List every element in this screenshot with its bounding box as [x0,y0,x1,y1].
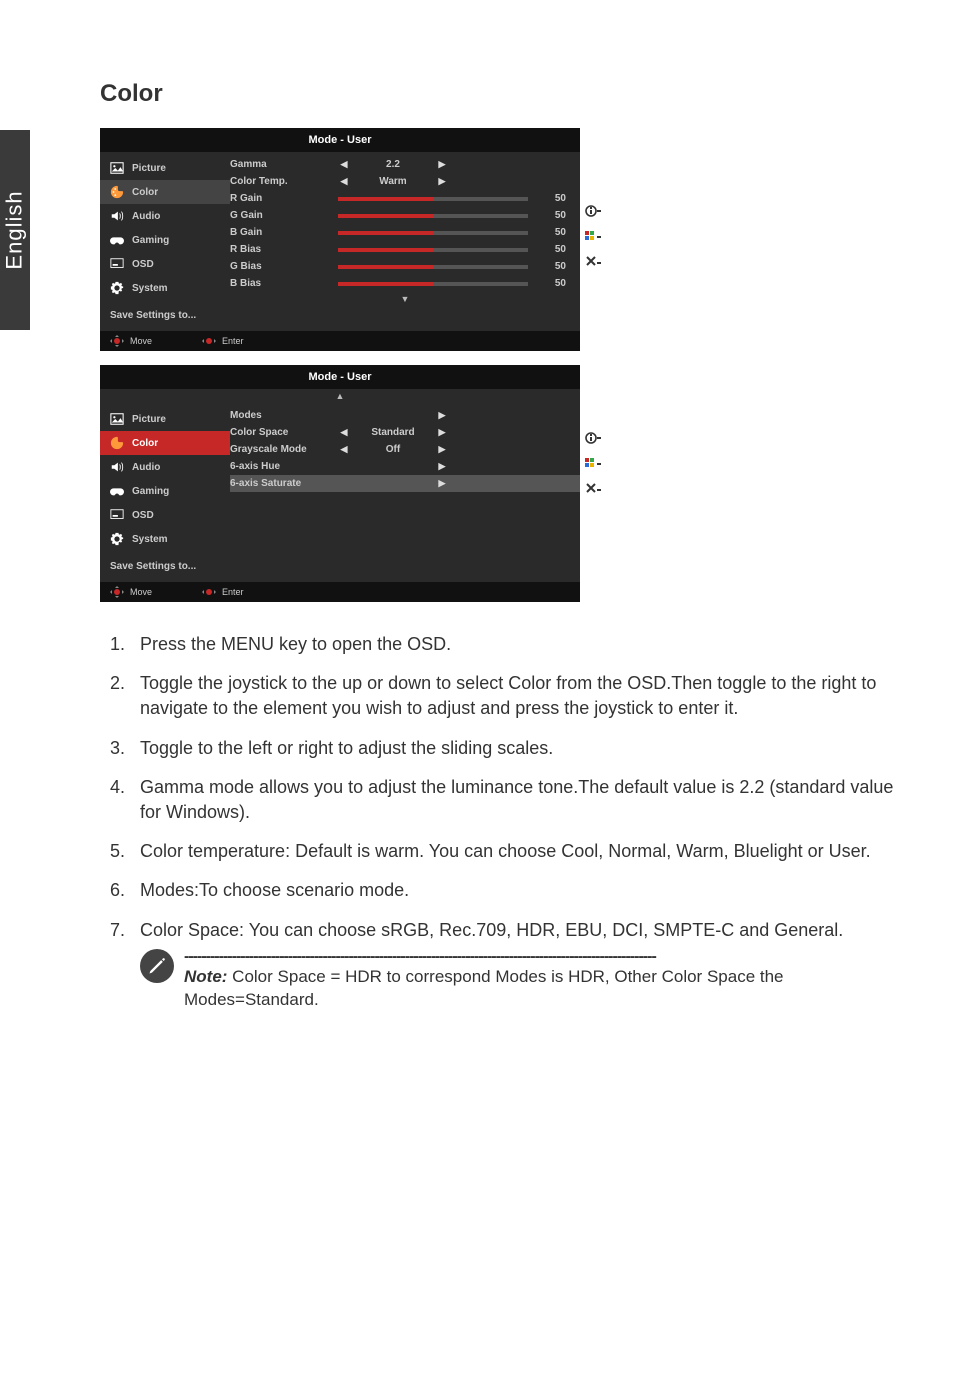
nav-picture[interactable]: Picture [100,407,230,431]
right-arrow-icon[interactable]: ▶ [436,159,448,170]
nav-gaming[interactable]: Gaming [100,228,230,252]
nav-gaming[interactable]: Gaming [100,479,230,503]
nav-picture[interactable]: Picture [100,156,230,180]
row-gamma[interactable]: Gamma◀2.2▶ [230,156,580,173]
footer-enter: Enter [202,335,244,347]
left-arrow-icon[interactable]: ◀ [338,159,350,170]
slider[interactable] [338,248,528,252]
osd-icon [110,508,124,522]
row-colortemp[interactable]: Color Temp.◀Warm▶ [230,173,580,190]
info-icon[interactable] [584,198,602,224]
row-6axis-hue[interactable]: 6-axis Hue▶ [230,458,580,475]
step-5: Color temperature: Default is warm. You … [130,839,904,864]
joystick-icon [202,586,216,598]
color-icon [110,185,124,199]
picture-icon [110,412,124,426]
left-arrow-icon[interactable]: ◀ [338,444,350,455]
nav-audio[interactable]: Audio [100,455,230,479]
nav-audio[interactable]: Audio [100,204,230,228]
nav-osd[interactable]: OSD [100,252,230,276]
slider[interactable] [338,214,528,218]
step-1: Press the MENU key to open the OSD. [130,632,904,657]
left-arrow-icon[interactable]: ◀ [338,427,350,438]
row-modes[interactable]: Modes▶ [230,407,580,424]
right-arrow-icon[interactable]: ▶ [436,444,448,455]
right-arrow-icon[interactable]: ▶ [436,478,448,489]
footer-move: Move [110,335,152,347]
nav-color[interactable]: Color [100,180,230,204]
joystick-icon [110,335,124,347]
note-label: Note: [184,967,227,986]
slider[interactable] [338,282,528,286]
left-arrow-icon[interactable]: ◀ [338,176,350,187]
row-bgain[interactable]: B Gain50 [230,224,580,241]
row-rbias[interactable]: R Bias50 [230,241,580,258]
row-6axis-saturate[interactable]: 6-axis Saturate▶ [230,475,580,492]
audio-icon [110,209,124,223]
picture-icon [110,161,124,175]
step-7: Color Space: You can choose sRGB, Rec.70… [130,918,904,1013]
language-tab: English [0,130,30,330]
nav-system[interactable]: System [100,527,230,551]
row-gbias[interactable]: G Bias50 [230,258,580,275]
row-ggain[interactable]: G Gain50 [230,207,580,224]
footer-enter: Enter [202,586,244,598]
right-arrow-icon[interactable]: ▶ [436,410,448,421]
gaming-icon [110,233,124,247]
info-icon[interactable] [584,425,602,451]
note-icon [140,949,174,983]
right-arrow-icon[interactable]: ▶ [436,427,448,438]
grid-icon[interactable] [584,451,602,477]
row-rgain[interactable]: R Gain50 [230,190,580,207]
gaming-icon [110,484,124,498]
note-block: ----------------------------------------… [140,949,904,1013]
osd-side-buttons [584,198,602,276]
section-title: Color [100,80,904,108]
step-3: Toggle to the left or right to adjust th… [130,736,904,761]
osd-icon [110,257,124,271]
footer-move: Move [110,586,152,598]
osd2-header: Mode - User [100,365,580,389]
row-bbias[interactable]: B Bias50 [230,275,580,292]
step-4: Gamma mode allows you to adjust the lumi… [130,775,904,825]
language-label: English [2,190,28,269]
step-6: Modes:To choose scenario mode. [130,878,904,903]
osd-panel-1: Mode - User Picture Color Audio Gaming O… [100,128,580,351]
joystick-icon [202,335,216,347]
slider[interactable] [338,197,528,201]
osd1-header: Mode - User [100,128,580,152]
nav-system[interactable]: System [100,276,230,300]
audio-icon [110,460,124,474]
save-settings[interactable]: Save Settings to... [100,551,230,578]
row-colorspace[interactable]: Color Space◀Standard▶ [230,424,580,441]
slider[interactable] [338,231,528,235]
slider[interactable] [338,265,528,269]
close-icon[interactable] [584,477,602,503]
note-body: Color Space = HDR to correspond Modes is… [184,967,784,1010]
nav-color[interactable]: Color [100,431,230,455]
joystick-icon [110,586,124,598]
right-arrow-icon[interactable]: ▶ [436,461,448,472]
steps-list: Press the MENU key to open the OSD. Togg… [100,632,904,1012]
osd-panel-2: Mode - User ▲ Picture Color Audio Gaming… [100,365,580,602]
row-grayscale[interactable]: Grayscale Mode◀Off▶ [230,441,580,458]
gear-icon [110,532,124,546]
right-arrow-icon[interactable]: ▶ [436,176,448,187]
scroll-up-icon[interactable]: ▲ [100,389,580,403]
note-text: ----------------------------------------… [184,949,904,1013]
osd-side-buttons [584,425,602,503]
nav-osd[interactable]: OSD [100,503,230,527]
close-icon[interactable] [584,250,602,276]
color-icon [110,436,124,450]
scroll-down-icon[interactable]: ▼ [230,292,580,306]
note-divider: ----------------------------------------… [184,949,904,965]
gear-icon [110,281,124,295]
step-2: Toggle the joystick to the up or down to… [130,671,904,721]
save-settings[interactable]: Save Settings to... [100,300,230,327]
grid-icon[interactable] [584,224,602,250]
